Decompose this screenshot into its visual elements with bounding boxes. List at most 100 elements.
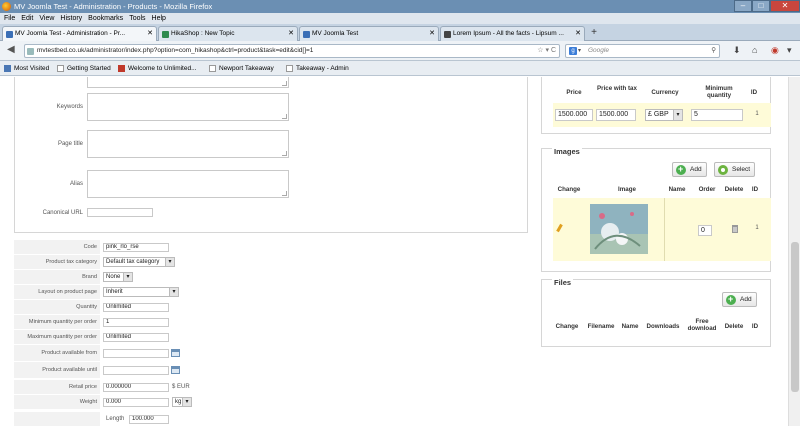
layout-select[interactable]: Inherit ▾ [103, 287, 179, 297]
chevron-down-icon: ▾ [123, 273, 132, 281]
bookmark-takeaway-admin[interactable]: Takeaway - Admin [286, 61, 349, 76]
calendar-icon[interactable] [171, 349, 180, 357]
new-tab-button[interactable]: + [588, 27, 600, 39]
tax-category-select[interactable]: Default tax category ▾ [103, 257, 175, 267]
window-titlebar: MV Joomla Test - Administration - Produc… [0, 0, 800, 13]
delete-trash-icon[interactable] [732, 225, 738, 233]
price-header: Price [566, 89, 582, 96]
lipsum-favicon-icon [444, 31, 451, 38]
alias-label: Alias [69, 181, 83, 187]
brand-select[interactable]: None ▾ [103, 272, 133, 282]
quantity-input[interactable]: Unlimited [103, 303, 169, 312]
canonical-url-input[interactable] [87, 208, 153, 217]
home-icon[interactable]: ⌂ [752, 45, 757, 55]
code-input[interactable]: pink_rlo_rse [103, 243, 169, 252]
minimum-quantity-header: Minimum quantity [705, 85, 733, 99]
retail-price-input[interactable]: 0.000000 [103, 383, 169, 392]
calendar-icon[interactable] [171, 366, 180, 374]
menu-edit[interactable]: Edit [21, 13, 33, 24]
add-icon [676, 163, 686, 176]
menu-view[interactable]: View [39, 13, 54, 24]
search-engine-dropdown-icon[interactable]: ▾ [578, 45, 581, 57]
image-order-input[interactable]: 0 [698, 225, 712, 236]
page-title-textarea[interactable] [87, 130, 289, 158]
selected-value: £ GBP [648, 111, 669, 118]
price-input[interactable]: 1500.000 [555, 109, 593, 121]
currency-select[interactable]: £ GBP ▾ [645, 109, 683, 121]
filename-header: Filename [587, 323, 615, 330]
search-placeholder: Google [588, 47, 609, 54]
alias-textarea[interactable] [87, 170, 289, 198]
property-row-layout: Layout on product page Inherit ▾ [14, 285, 530, 300]
change-header: Change [555, 323, 579, 330]
min-quantity-input[interactable]: 1 [103, 318, 169, 327]
add-file-label: Add [740, 296, 752, 303]
change-header: Change [557, 186, 581, 193]
retail-price-label: Retail price [14, 380, 100, 395]
search-input[interactable]: g ▾ Google ⚲ [565, 44, 720, 58]
bookmark-getting-started[interactable]: Getting Started [57, 61, 111, 76]
url-controls[interactable]: ☆ ▾ C [537, 45, 556, 57]
name-header: Name [621, 323, 639, 330]
quantity-label: Quantity [14, 300, 100, 315]
id-header: ID [751, 323, 759, 330]
menu-dropdown-icon[interactable]: ▾ [787, 45, 792, 56]
weight-input[interactable]: 0.000 [103, 398, 169, 407]
menu-help[interactable]: Help [152, 13, 166, 24]
tab-hikashop[interactable]: HikaShop : New Topic ✕ [158, 26, 298, 41]
url-bar[interactable]: mvtestbed.co.uk/administrator/index.php?… [24, 44, 560, 58]
tab-close-icon[interactable]: ✕ [147, 27, 153, 41]
tab-close-icon[interactable]: ✕ [429, 27, 435, 41]
bookmark-welcome-unlimited[interactable]: Welcome to Unlimited... [118, 61, 197, 76]
tab-lorem-ipsum[interactable]: Lorem Ipsum - All the facts - Lipsum ...… [440, 26, 585, 41]
page-scrollbar[interactable] [788, 77, 800, 426]
downloads-header: Downloads [646, 323, 680, 330]
menu-bookmarks[interactable]: Bookmarks [88, 13, 123, 24]
tab-joomla-admin[interactable]: MV Joomla Test - Administration - Pr... … [2, 26, 157, 41]
bookmark-newport-takeaway[interactable]: Newport Takeaway [209, 61, 274, 76]
page-content: Keywords Page title Alias Canonical URL … [0, 77, 788, 426]
select-image-button[interactable]: Select [714, 162, 756, 177]
bookmark-most-visited[interactable]: Most Visited [4, 61, 49, 76]
bookmark-label: Most Visited [14, 65, 50, 72]
site-identity-icon [27, 48, 34, 55]
available-from-input[interactable] [103, 349, 169, 358]
maximize-button[interactable]: □ [752, 0, 770, 12]
add-image-button[interactable]: Add [672, 162, 707, 177]
edit-pencil-icon[interactable] [556, 224, 564, 232]
available-until-input[interactable] [103, 366, 169, 375]
property-row-available-until: Product available until [14, 362, 530, 379]
tab-joomla-test[interactable]: MV Joomla Test ✕ [299, 26, 439, 41]
length-input[interactable]: 100.000 [129, 415, 169, 424]
menu-tools[interactable]: Tools [129, 13, 145, 24]
close-button[interactable]: ✕ [770, 0, 800, 12]
menu-history[interactable]: History [60, 13, 82, 24]
tab-close-icon[interactable]: ✕ [288, 27, 294, 41]
add-file-button[interactable]: Add [722, 292, 757, 307]
max-quantity-input[interactable]: Unlimited [103, 333, 169, 342]
keywords-textarea[interactable] [87, 93, 289, 121]
tab-bar: MV Joomla Test - Administration - Pr... … [0, 24, 800, 41]
currency-header: Currency [651, 89, 679, 96]
menu-bar: File Edit View History Bookmarks Tools H… [0, 13, 800, 24]
price-with-tax-input[interactable]: 1500.000 [596, 109, 636, 121]
back-button[interactable]: ◀ [7, 44, 15, 55]
bookmark-page-icon [286, 65, 293, 72]
canonical-url-label: Canonical URL [42, 210, 83, 216]
google-icon[interactable]: g [569, 47, 577, 55]
scrollbar-thumb[interactable] [791, 242, 799, 392]
menu-file[interactable]: File [4, 13, 15, 24]
price-with-tax-header: Price with tax [597, 85, 637, 92]
download-icon[interactable]: ⬇ [733, 45, 741, 56]
weight-unit-select[interactable]: kg ▾ [172, 397, 192, 407]
description-textarea[interactable] [87, 77, 289, 88]
addon-icon[interactable]: ◉ [771, 45, 779, 56]
product-image-thumbnail [590, 204, 648, 254]
length-label: Length [106, 416, 125, 422]
minimize-button[interactable]: – [734, 0, 752, 12]
tab-label: MV Joomla Test - Administration - Pr... [15, 30, 126, 37]
search-icon[interactable]: ⚲ [711, 45, 716, 57]
property-row-length: Length 100.000 [14, 412, 530, 426]
minimum-quantity-input[interactable]: 5 [691, 109, 743, 121]
tab-close-icon[interactable]: ✕ [575, 27, 581, 41]
